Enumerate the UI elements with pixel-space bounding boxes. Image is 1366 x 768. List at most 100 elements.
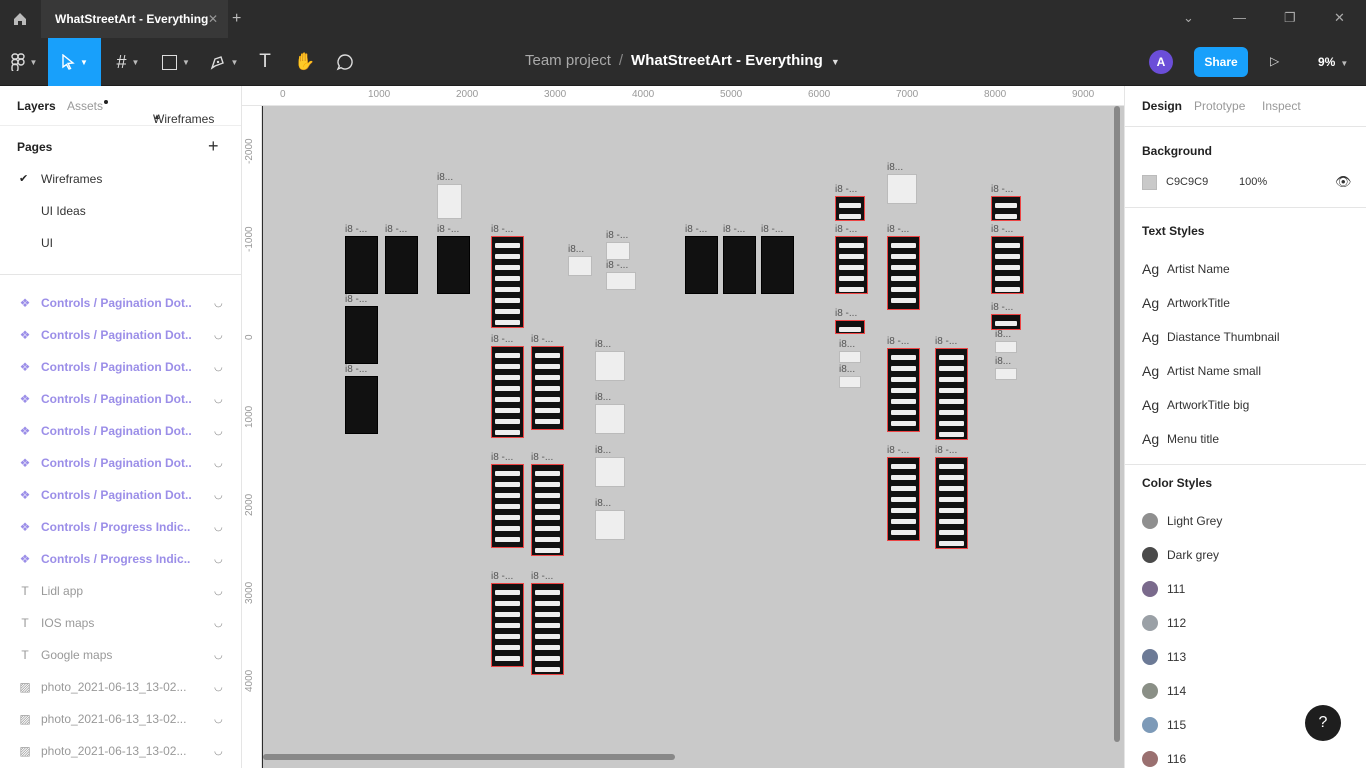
background-swatch[interactable] — [1142, 175, 1157, 190]
wireframe-frame[interactable] — [531, 346, 564, 430]
layer-item[interactable]: ❖ Controls / Pagination Dot... ◡ — [0, 415, 241, 447]
wireframe-frame[interactable] — [685, 236, 718, 294]
wireframe-frame[interactable] — [606, 272, 636, 290]
restore-icon[interactable]: ❐ — [1284, 10, 1296, 26]
layer-item[interactable]: ❖ Controls / Progress Indic... ◡ — [0, 543, 241, 575]
wireframe-frame[interactable] — [991, 196, 1021, 221]
wireframe-frame[interactable] — [437, 184, 462, 219]
wireframe-frame[interactable] — [345, 306, 378, 364]
wireframe-frame[interactable] — [491, 346, 524, 438]
page-item-wireframes[interactable]: Wireframes — [41, 172, 102, 186]
tab-prototype[interactable]: Prototype — [1194, 99, 1245, 113]
wireframe-frame[interactable] — [491, 464, 524, 548]
wireframe-frame[interactable] — [935, 457, 968, 549]
wireframe-frame[interactable] — [761, 236, 794, 294]
hidden-eye-icon[interactable]: ◡ — [214, 330, 223, 341]
wireframe-frame[interactable] — [385, 236, 418, 294]
text-style-item[interactable]: Ag ArtworkTitle — [1142, 291, 1230, 315]
layer-item[interactable]: ❖ Controls / Pagination Dot... ◡ — [0, 447, 241, 479]
home-icon[interactable] — [0, 0, 40, 38]
frame-label[interactable]: i8 -... — [491, 452, 513, 463]
hidden-eye-icon[interactable]: ◡ — [214, 682, 223, 693]
vertical-scrollbar[interactable] — [1114, 106, 1120, 742]
frame-label[interactable]: i8... — [839, 339, 855, 350]
horizontal-scrollbar[interactable] — [263, 754, 675, 760]
text-style-item[interactable]: Ag Artist Name — [1142, 257, 1230, 281]
color-style-item[interactable]: 112 — [1142, 611, 1186, 635]
chevron-down-icon[interactable]: ⌄ — [1183, 10, 1194, 26]
main-menu-button[interactable]: ▼ — [0, 38, 48, 86]
close-tab-icon[interactable]: ✕ — [208, 12, 218, 26]
wireframe-frame[interactable] — [995, 368, 1017, 380]
frame-label[interactable]: i8 -... — [491, 334, 513, 345]
frame-label[interactable]: i8 -... — [606, 230, 628, 241]
hidden-eye-icon[interactable]: ◡ — [214, 522, 223, 533]
help-button[interactable]: ? — [1305, 705, 1341, 741]
hidden-eye-icon[interactable]: ◡ — [214, 394, 223, 405]
wireframe-frame[interactable] — [491, 236, 524, 328]
wireframe-frame[interactable] — [835, 236, 868, 294]
frame-label[interactable]: i8 -... — [491, 224, 513, 235]
file-name[interactable]: WhatStreetArt - Everything — [631, 52, 823, 69]
hidden-eye-icon[interactable]: ◡ — [214, 714, 223, 725]
text-style-item[interactable]: Ag Artist Name small — [1142, 359, 1261, 383]
frame-label[interactable]: i8 -... — [887, 445, 909, 456]
layer-item[interactable]: ❖ Controls / Pagination Dot... ◡ — [0, 319, 241, 351]
wireframe-frame[interactable] — [345, 236, 378, 294]
frame-label[interactable]: i8 -... — [685, 224, 707, 235]
file-tab[interactable]: WhatStreetArt - Everything ✕ — [41, 0, 228, 38]
frame-label[interactable]: i8 -... — [437, 224, 459, 235]
add-page-button[interactable]: + — [208, 136, 219, 157]
layer-item[interactable]: T Lidl app ◡ — [0, 575, 241, 607]
layer-item[interactable]: ▨ photo_2021-06-13_13-02... ◡ — [0, 703, 241, 735]
text-tool-button[interactable]: T — [250, 38, 280, 86]
hidden-eye-icon[interactable]: ◡ — [214, 490, 223, 501]
shape-tool-button[interactable]: ▼ — [156, 38, 196, 86]
chevron-down-icon[interactable]: ▼ — [831, 57, 840, 67]
wireframe-frame[interactable] — [991, 236, 1024, 294]
color-style-item[interactable]: Light Grey — [1142, 509, 1222, 533]
wireframe-frame[interactable] — [887, 348, 920, 432]
wireframe-frame[interactable] — [595, 510, 625, 540]
wireframe-frame[interactable] — [531, 583, 564, 675]
hidden-eye-icon[interactable]: ◡ — [214, 362, 223, 373]
close-window-icon[interactable]: ✕ — [1334, 10, 1345, 26]
frame-label[interactable]: i8 -... — [887, 224, 909, 235]
wireframe-frame[interactable] — [887, 174, 917, 204]
frame-label[interactable]: i8... — [887, 162, 903, 173]
frame-label[interactable]: i8 -... — [531, 334, 553, 345]
frame-label[interactable]: i8... — [595, 498, 611, 509]
wireframe-frame[interactable] — [595, 351, 625, 381]
layer-item[interactable]: ❖ Controls / Pagination Dot... ◡ — [0, 383, 241, 415]
wireframe-frame[interactable] — [568, 256, 592, 276]
background-opacity-input[interactable]: 100% — [1239, 176, 1267, 188]
wireframe-frame[interactable] — [595, 404, 625, 434]
frame-label[interactable]: i8 -... — [531, 571, 553, 582]
eye-icon[interactable]: 👁 — [1335, 174, 1352, 190]
frame-label[interactable]: i8 -... — [935, 336, 957, 347]
text-style-item[interactable]: Ag Menu title — [1142, 427, 1219, 451]
frame-tool-button[interactable]: # ▼ — [108, 38, 148, 86]
layer-item[interactable]: T Google maps ◡ — [0, 639, 241, 671]
wireframe-frame[interactable] — [491, 583, 524, 667]
wireframe-frame[interactable] — [531, 464, 564, 556]
frame-label[interactable]: i8... — [595, 445, 611, 456]
wireframe-frame[interactable] — [345, 376, 378, 434]
frame-label[interactable]: i8 -... — [835, 308, 857, 319]
page-item-ui[interactable]: UI — [41, 236, 53, 250]
pen-tool-button[interactable]: ▼ — [204, 38, 244, 86]
wireframe-frame[interactable] — [595, 457, 625, 487]
hidden-eye-icon[interactable]: ◡ — [214, 586, 223, 597]
layer-item[interactable]: T IOS maps ◡ — [0, 607, 241, 639]
frame-label[interactable]: i8 -... — [761, 224, 783, 235]
present-button[interactable]: ▷ — [1270, 54, 1279, 68]
color-style-item[interactable]: 116 — [1142, 747, 1186, 768]
frame-label[interactable]: i8... — [595, 339, 611, 350]
frame-label[interactable]: i8... — [437, 172, 453, 183]
wireframe-frame[interactable] — [991, 314, 1021, 330]
wireframe-frame[interactable] — [839, 376, 861, 388]
hidden-eye-icon[interactable]: ◡ — [214, 746, 223, 757]
frame-label[interactable]: i8 -... — [887, 336, 909, 347]
frame-label[interactable]: i8 -... — [531, 452, 553, 463]
frame-label[interactable]: i8... — [595, 392, 611, 403]
